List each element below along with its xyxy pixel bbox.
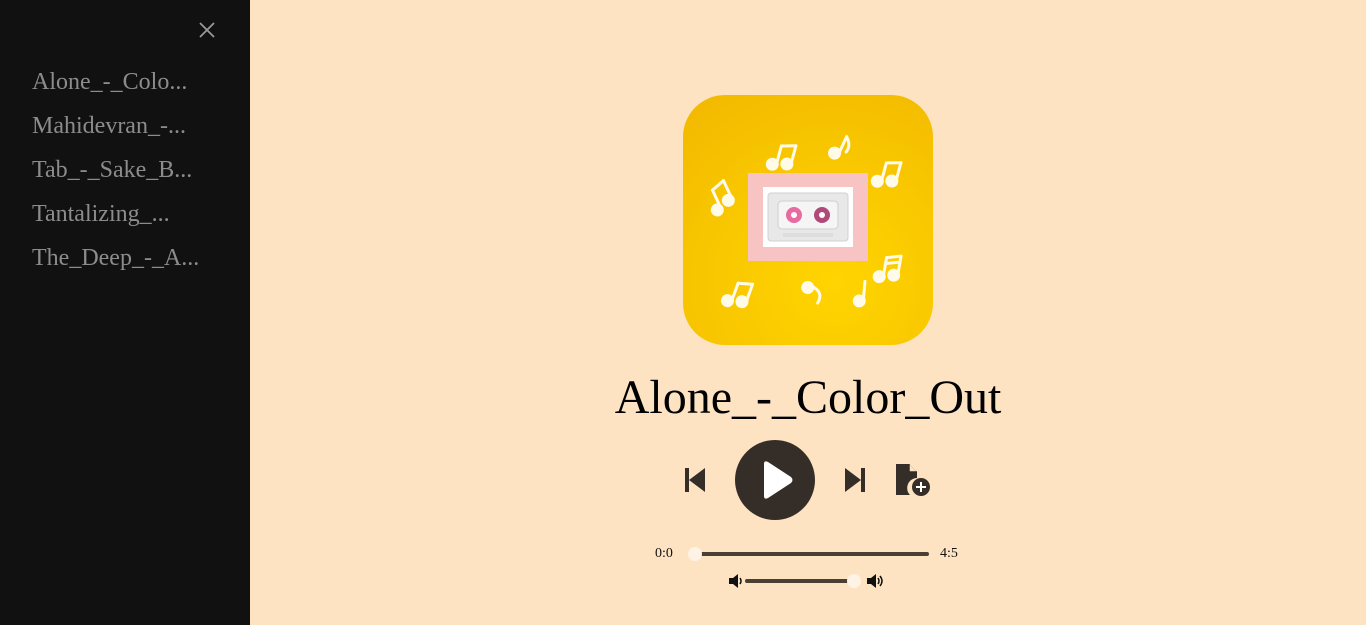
volume-high-icon — [867, 574, 883, 588]
cassette-image — [710, 135, 903, 309]
play-button[interactable] — [735, 440, 815, 520]
previous-track-button[interactable] — [683, 467, 707, 493]
album-cover — [683, 95, 933, 345]
sidebar: Alone_-_Colo... Mahidevran_-... Tab_-_Sa… — [0, 0, 250, 625]
track-title: Alone_-_Color_Out — [614, 371, 1002, 424]
playlist-item[interactable]: Tab_-_Sake_B... — [32, 154, 199, 198]
close-icon — [199, 22, 215, 38]
play-icon — [764, 461, 793, 499]
next-track-button[interactable] — [843, 467, 867, 493]
volume-slider[interactable] — [745, 574, 862, 588]
close-sidebar-button[interactable] — [196, 19, 218, 41]
player-main: Alone_-_Color_Out 0:0 4:5 — [250, 0, 1366, 625]
total-time: 4:5 — [940, 546, 958, 561]
seek-thumb[interactable] — [688, 547, 702, 561]
skip-next-icon — [845, 468, 865, 492]
volume-low-icon — [729, 574, 742, 588]
volume-thumb[interactable] — [847, 574, 862, 588]
playlist-item[interactable]: The_Deep_-_A... — [32, 242, 199, 286]
playback-controls — [250, 440, 1366, 520]
mute-button[interactable] — [728, 573, 744, 594]
volume-row — [250, 571, 1366, 591]
playlist-item[interactable]: Tantalizing_... — [32, 198, 199, 242]
skip-previous-icon — [685, 468, 705, 492]
playlist-item[interactable]: Alone_-_Colo... — [32, 66, 199, 110]
seek-slider[interactable] — [688, 547, 929, 561]
max-volume-button[interactable] — [866, 573, 886, 594]
playlist: Alone_-_Colo... Mahidevran_-... Tab_-_Sa… — [32, 66, 199, 286]
current-time: 0:0 — [655, 546, 673, 561]
progress-row: 0:0 4:5 — [250, 544, 1366, 564]
add-file-icon — [896, 464, 930, 496]
playlist-item[interactable]: Mahidevran_-... — [32, 110, 199, 154]
add-file-button[interactable] — [893, 462, 933, 498]
